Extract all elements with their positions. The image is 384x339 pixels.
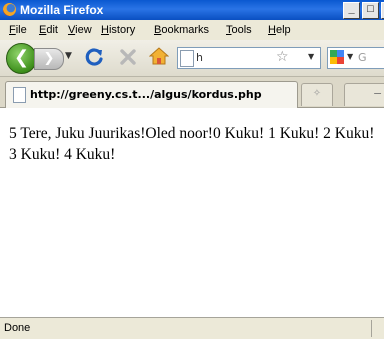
tab-scroll-button[interactable]: − — [344, 83, 384, 106]
new-tab-button[interactable]: ✧ — [301, 83, 333, 106]
menu-file[interactable]: File — [9, 24, 27, 36]
back-button[interactable]: ❮ — [6, 43, 37, 74]
page-body-text: 5 Tere, Juku Juurikas!Oled noor!0 Kuku! … — [9, 125, 375, 163]
window-controls: _ □ X — [343, 2, 384, 19]
status-bar: Done — [0, 317, 384, 339]
firefox-logo-icon — [3, 3, 16, 16]
url-bar[interactable]: h ☆ ▼ — [177, 47, 321, 69]
status-text: Done — [4, 322, 31, 334]
title-bar: Mozilla Firefox _ □ X — [0, 0, 384, 20]
menu-edit[interactable]: Edit — [39, 24, 58, 36]
maximize-button[interactable]: □ — [362, 2, 379, 19]
forward-arrow-icon: ❯ — [43, 51, 55, 66]
search-engine-dropdown-icon[interactable]: ▼ — [347, 52, 353, 61]
bookmark-star-icon[interactable]: ☆ — [276, 49, 289, 65]
page-icon — [180, 50, 194, 67]
back-arrow-icon: ❮ — [13, 47, 30, 68]
menu-view[interactable]: View — [68, 24, 92, 36]
stop-icon[interactable] — [119, 48, 137, 66]
history-dropdown-icon[interactable]: ▼ — [65, 51, 72, 61]
forward-button[interactable]: ❯ — [34, 48, 64, 70]
url-text[interactable]: h — [196, 51, 203, 64]
url-dropdown-icon[interactable]: ▼ — [308, 52, 314, 61]
menu-bar: File Edit View History Bookmarks Tools H… — [0, 20, 384, 40]
home-icon[interactable] — [149, 46, 169, 66]
navigation-toolbar: ❮ ❯ ▼ h ☆ ▼ ▼ G — [0, 40, 384, 77]
menu-history[interactable]: History — [101, 24, 135, 36]
tab-bar: http://greeny.cs.t.../algus/kordus.php ✧… — [0, 77, 384, 108]
menu-bookmarks[interactable]: Bookmarks — [154, 24, 209, 36]
tab-label[interactable]: http://greeny.cs.t.../algus/kordus.php — [30, 88, 262, 101]
reload-icon[interactable] — [83, 46, 105, 68]
menu-tools[interactable]: Tools — [226, 24, 252, 36]
tab-active[interactable]: http://greeny.cs.t.../algus/kordus.php — [5, 81, 298, 108]
menu-help[interactable]: Help — [268, 24, 291, 36]
window-title: Mozilla Firefox — [20, 3, 104, 17]
search-input[interactable]: G — [358, 51, 367, 64]
google-logo-icon[interactable] — [330, 50, 344, 64]
search-box[interactable]: ▼ G — [327, 47, 384, 69]
status-divider — [371, 320, 372, 337]
page-icon — [13, 87, 26, 103]
minimize-button[interactable]: _ — [343, 2, 360, 19]
